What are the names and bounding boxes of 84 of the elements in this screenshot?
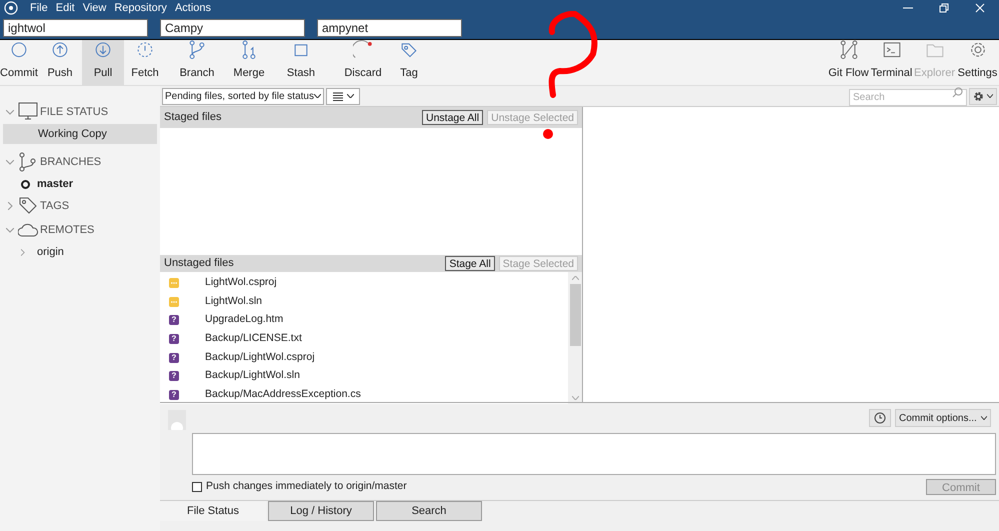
repository-tab[interactable]: Campy [160, 19, 305, 37]
toolbar-button[interactable]: Discard [332, 40, 394, 85]
bottom-tab[interactable]: Log / History [268, 501, 374, 521]
menu-item[interactable]: Repository [114, 0, 167, 16]
history-button[interactable] [869, 409, 891, 427]
question-badge: ? [169, 352, 179, 363]
section-heading[interactable]: TAGS [40, 198, 70, 214]
toolbar-button[interactable]: Merge [228, 40, 270, 85]
sidebar-item[interactable]: Working Copy [3, 124, 157, 144]
toolbar-button[interactable]: Branch [166, 40, 228, 85]
file-row[interactable]: LightWol.sln [160, 292, 568, 311]
push-checkbox-label: Push changes immediately to origin/master [206, 479, 407, 494]
section-heading[interactable]: REMOTES [40, 222, 94, 238]
toolbar-button[interactable]: Pull [82, 40, 124, 85]
search-field[interactable]: Search [849, 89, 967, 106]
clock-icon [874, 412, 886, 424]
arc-icon [353, 40, 373, 60]
toolbar-button[interactable]: Git Flow [827, 40, 870, 85]
question-badge: ? [169, 334, 179, 344]
dashed-circle-icon [135, 40, 155, 60]
repository-tab[interactable]: ampynet [317, 19, 462, 37]
chevron-right-icon[interactable] [8, 202, 13, 210]
bottom-tab[interactable]: Search [376, 501, 482, 521]
commit-message-field[interactable] [192, 433, 996, 475]
toolbar-button[interactable]: Push [38, 40, 82, 85]
panel-button[interactable]: Stage All [445, 256, 495, 271]
repository-tab[interactable]: ightwol [3, 19, 148, 37]
circle-icon [9, 40, 29, 60]
branch-icon [187, 40, 207, 60]
tag-icon [18, 196, 38, 216]
question-badge: ? [169, 315, 179, 326]
chevron-down-icon[interactable] [6, 110, 14, 114]
scroll-down-icon[interactable] [572, 396, 578, 400]
menu-item[interactable]: File [30, 0, 48, 16]
file-row[interactable]: ? Backup/LightWol.sln [160, 366, 568, 386]
question-badge: ? [169, 390, 179, 400]
scrollbar[interactable] [568, 272, 582, 404]
monitor-icon [18, 102, 38, 122]
sidebar-item[interactable]: origin [3, 242, 157, 262]
toolbar-button[interactable]: Tag [394, 40, 424, 85]
chevron-down-icon [314, 94, 321, 98]
toolbar-button[interactable]: Terminal [870, 40, 913, 85]
toolbar-button[interactable]: Fetch [124, 40, 166, 85]
branch-icon [18, 152, 38, 172]
terminal-icon [882, 40, 902, 60]
scroll-up-icon[interactable] [572, 276, 578, 280]
panel-button[interactable]: Unstage All [422, 110, 484, 125]
chevron-down-icon[interactable] [6, 160, 14, 164]
file-row[interactable]: ? Backup/MacAddressException.cs [160, 386, 568, 404]
restore-icon[interactable] [939, 3, 949, 13]
chevron-down-icon [346, 94, 354, 98]
list-icon [332, 92, 342, 100]
app-logo-icon [4, 1, 18, 15]
section-heading[interactable]: BRANCHES [40, 154, 102, 170]
chevron-down-icon [987, 94, 993, 98]
sidebar-item[interactable]: master [3, 174, 157, 194]
search-icon [952, 87, 963, 98]
toolbar-button[interactable]: Commit [0, 40, 38, 85]
close-icon[interactable] [975, 3, 985, 13]
panel-title: Unstaged files [164, 256, 234, 271]
chevron-down-icon[interactable] [6, 228, 14, 232]
file-row[interactable]: LightWol.csproj [160, 274, 568, 292]
gear-icon [973, 90, 984, 102]
filter-dropdown[interactable]: Pending files, sorted by file status [162, 88, 324, 104]
view-mode-dropdown[interactable] [326, 88, 360, 104]
chevron-down-icon [981, 416, 987, 420]
push-checkbox[interactable] [192, 482, 202, 492]
avatar-icon [168, 410, 186, 430]
git-flow-icon [838, 40, 858, 60]
file-row[interactable]: ? Backup/LICENSE.txt [160, 330, 568, 348]
menu-item[interactable]: Edit [56, 0, 75, 16]
commit-options-dropdown[interactable]: Commit options... [895, 409, 991, 427]
question-badge: ? [169, 371, 179, 382]
file-row[interactable]: ? Backup/LightWol.csproj [160, 348, 568, 367]
toolbar-button[interactable]: Settings [956, 40, 999, 85]
file-row[interactable]: ? UpgradeLog.htm [160, 310, 568, 330]
settings-dropdown[interactable] [969, 88, 997, 104]
menu-item[interactable]: Actions [174, 0, 212, 16]
chevron-right-icon [21, 248, 25, 256]
dot-drawing [543, 129, 553, 139]
toolbar-button[interactable]: Stash [270, 40, 332, 85]
menu-item[interactable]: View [82, 0, 106, 16]
section-heading[interactable]: FILE STATUS [40, 104, 108, 120]
panel-title: Staged files [164, 110, 222, 126]
